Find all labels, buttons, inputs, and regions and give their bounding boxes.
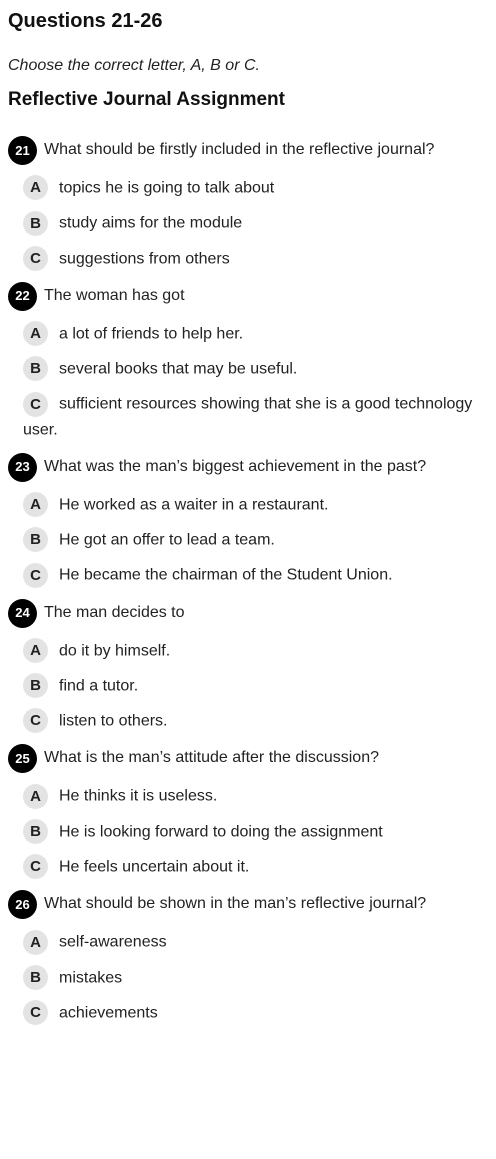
option-b[interactable]: B He got an offer to lead a team. [23,527,478,553]
question-number-badge: 26 [8,890,37,920]
options-list: Aself-awareness Bmistakes Cachievements [8,929,478,1026]
question-text: What should be firstly included in the r… [44,141,435,158]
options-list: A He thinks it is useless. B He is looking… [8,783,478,880]
question-21: 21 What should be firstly included in th… [8,136,478,271]
option-a[interactable]: Aa lot of friends to help her. [23,321,478,347]
question-23: 23 What was the man’s biggest achievemen… [8,452,478,588]
question-26: 26 What should be shown in the man’s ref… [8,890,478,1026]
option-b[interactable]: B He is looking forward to doing the assi… [23,818,478,844]
option-text: mistakes [59,968,123,986]
question-number-badge: 21 [8,136,37,165]
option-text: do it by himself. [59,641,171,659]
option-c[interactable]: C He feels uncertain about it. [23,854,478,880]
question-25: 25 What is the man’s attitude after the … [8,744,478,880]
option-text: He is looking forward to doing the assig… [59,822,383,840]
option-letter-badge: A [23,175,48,201]
section-title: Questions 21-26 [8,10,163,32]
option-letter-badge: C [23,562,48,588]
question-text: What was the man’s biggest achievement i… [44,457,427,475]
option-text: He became the chairman of the Student Un… [59,566,393,584]
option-b[interactable]: Bseveral books that may be useful. [23,356,478,382]
option-text: several books that may be useful. [59,360,298,378]
option-letter-badge: A [23,929,48,955]
question-22: 22 The woman has got Aa lot of friends t… [8,281,478,442]
option-c[interactable]: Csuggestions from others [23,245,478,271]
option-a[interactable]: Atopics he is going to talk about [23,175,478,201]
question-24: 24 The man decides to Ado it by himself.… [8,598,478,734]
option-b[interactable]: Bfind a tutor. [23,673,478,699]
question-number-badge: 24 [8,598,37,628]
option-text: topics he is going to talk about [59,179,275,197]
option-a[interactable]: Aself-awareness [23,929,478,955]
option-text: sufficient resources showing that she is… [23,395,473,438]
option-letter-badge: C [23,391,48,417]
option-letter-badge: B [23,527,48,553]
option-text: self-awareness [59,933,167,951]
option-text: suggestions from others [59,249,230,267]
option-letter-badge: B [23,964,48,990]
question-text: The woman has got [44,286,185,304]
option-text: a lot of friends to help her. [59,325,244,343]
question-number-badge: 25 [8,744,37,774]
option-text: achievements [59,1004,158,1022]
question-list: 21 What should be firstly included in th… [8,136,478,1038]
option-a[interactable]: Ado it by himself. [23,637,478,663]
question-number-badge: 22 [8,281,37,311]
instruction-text: Choose the correct letter, A, B or C. [8,57,260,74]
option-letter-badge: B [23,210,48,236]
question-text: What should be shown in the man’s reflec… [44,895,427,913]
option-letter-badge: A [23,492,48,518]
question-number-badge: 23 [8,452,37,482]
option-a[interactable]: A He worked as a waiter in a restaurant. [23,492,478,518]
option-text: He thinks it is useless. [59,787,218,805]
option-letter-badge: C [23,708,48,734]
option-c[interactable]: C He became the chairman of the Student U… [23,562,478,588]
options-list: Atopics he is going to talk about Bstudy… [8,175,478,271]
option-c[interactable]: Cachievements [23,1000,478,1026]
option-letter-badge: B [23,356,48,382]
options-list: Aa lot of friends to help her. Bseveral … [8,321,478,442]
options-list: Ado it by himself. Bfind a tutor. Cliste… [8,637,478,734]
option-b[interactable]: Bstudy aims for the module [23,210,478,236]
option-text: find a tutor. [59,677,139,695]
option-b[interactable]: Bmistakes [23,964,478,990]
option-letter-badge: A [23,783,48,809]
option-text: He got an offer to lead a team. [59,531,275,549]
option-letter-badge: C [23,245,48,271]
section-subtitle: Reflective Journal Assignment [8,89,285,110]
option-c[interactable]: Clisten to others. [23,708,478,734]
option-c[interactable]: Csufficient resources showing that she i… [23,391,478,442]
option-text: He worked as a waiter in a restaurant. [59,496,329,514]
option-letter-badge: B [23,818,48,844]
option-letter-badge: A [23,321,48,347]
option-text: listen to others. [59,712,168,730]
question-text: What is the man’s attitude after the dis… [44,749,379,767]
option-text: He feels uncertain about it. [59,858,250,876]
option-letter-badge: C [23,1000,48,1026]
option-letter-badge: A [23,637,48,663]
question-text: The man decides to [44,603,185,621]
option-a[interactable]: A He thinks it is useless. [23,783,478,809]
option-letter-badge: C [23,854,48,880]
option-letter-badge: B [23,673,48,699]
option-text: study aims for the module [59,214,243,232]
options-list: A He worked as a waiter in a restaurant. … [8,492,478,588]
